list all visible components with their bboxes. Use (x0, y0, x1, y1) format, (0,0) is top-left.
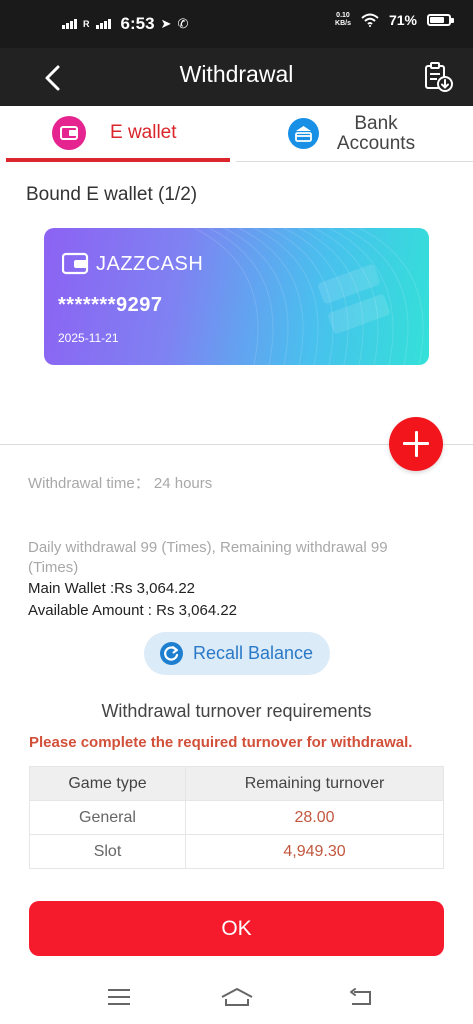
tab-e-wallet[interactable]: E wallet (6, 106, 230, 162)
bank-card-icon (288, 118, 319, 149)
wifi-icon (361, 13, 379, 27)
nav-home-button[interactable] (220, 986, 254, 1008)
refresh-icon (160, 642, 183, 665)
remaining-turnover-cell: 4,949.30 (185, 834, 444, 869)
recall-balance-button[interactable]: Recall Balance (144, 632, 330, 675)
wallet-icon (52, 116, 86, 150)
telegram-icon: ➤ (160, 16, 172, 31)
wallet-logo-icon (62, 252, 89, 275)
game-type-cell: Slot (29, 834, 186, 869)
nav-back-button[interactable] (346, 986, 374, 1008)
add-wallet-button[interactable] (389, 417, 443, 471)
withdrawal-time: Withdrawal time： 24 hours (28, 472, 212, 493)
table-header-row: Game type Remaining turnover (29, 766, 444, 801)
tab-bank-accounts[interactable]: Bank Accounts (236, 106, 473, 162)
plus-icon-vertical (414, 431, 418, 457)
page-title: Withdrawal (179, 61, 294, 87)
method-tabs: E wallet Bank Accounts (0, 106, 473, 162)
remaining-turnover-cell: 28.00 (185, 800, 444, 835)
status-left: R 6:53 ➤ ✆ (62, 14, 188, 34)
daily-withdrawal-info: Daily withdrawal 99 (Times), Remaining w… (28, 539, 388, 576)
back-return-icon (350, 988, 371, 1005)
column-header-game-type: Game type (29, 766, 186, 801)
wallet-number: *******9297 (58, 294, 163, 316)
turnover-table: Game type Remaining turnover General 28.… (29, 766, 444, 869)
net-speed-value: 0.10 (336, 12, 350, 19)
status-time: 6:53 (120, 14, 155, 33)
home-icon (221, 988, 253, 1006)
carrier-mark: R (83, 19, 90, 29)
signal-icon-2 (95, 19, 111, 29)
withdrawal-screen: R 6:53 ➤ ✆ 0.10 KB/s 71% Withdrawal E wa… (0, 0, 473, 1024)
column-header-remaining: Remaining turnover (185, 766, 444, 801)
recall-balance-label: Recall Balance (193, 643, 314, 663)
main-wallet-balance: Main Wallet :Rs 3,064.22 (28, 580, 196, 597)
tab-bank-label: Bank Accounts (328, 114, 424, 154)
battery-level (430, 17, 445, 23)
wallet-bound-date: 2025-11-21 (58, 331, 119, 345)
game-type-cell: General (29, 800, 186, 835)
status-right: 0.10 KB/s 71% (335, 12, 454, 28)
net-speed-unit: KB/s (335, 20, 351, 27)
turnover-title: Withdrawal turnover requirements (101, 701, 372, 721)
menu-icon (108, 989, 130, 1005)
status-bar: R 6:53 ➤ ✆ 0.10 KB/s 71% (0, 0, 473, 48)
available-amount: Available Amount : Rs 3,064.22 (28, 602, 238, 619)
turnover-warning: Please complete the required turnover fo… (29, 734, 413, 751)
tab-e-wallet-label: E wallet (110, 122, 177, 143)
table-row: General 28.00 (29, 800, 444, 835)
tab-bank-label-line2: Accounts (336, 133, 416, 154)
net-speed: 0.10 KB/s (335, 12, 351, 28)
system-nav-bar (0, 970, 473, 1024)
tab-bank-label-line1: Bank (354, 113, 398, 134)
withdrawal-time-value: 24 hours (153, 475, 213, 492)
battery-percent: 71% (388, 12, 417, 28)
signal-icon (62, 19, 77, 29)
e-wallet-card[interactable]: JAZZCASH *******9297 2025-11-21 (44, 228, 429, 365)
app-header: Withdrawal (0, 48, 473, 106)
whatsapp-icon: ✆ (177, 16, 189, 31)
withdrawal-record-button[interactable] (419, 58, 457, 96)
clipboard-download-icon (425, 62, 453, 92)
battery-icon (427, 14, 454, 26)
wallet-name: JAZZCASH (96, 253, 204, 275)
bound-e-wallet-title: Bound E wallet (1/2) (26, 184, 198, 205)
nav-menu-button[interactable] (105, 986, 133, 1008)
ok-button[interactable]: OK (29, 901, 444, 956)
table-row: Slot 4,949.30 (29, 834, 444, 869)
withdrawal-time-label: Withdrawal time： (28, 475, 150, 492)
